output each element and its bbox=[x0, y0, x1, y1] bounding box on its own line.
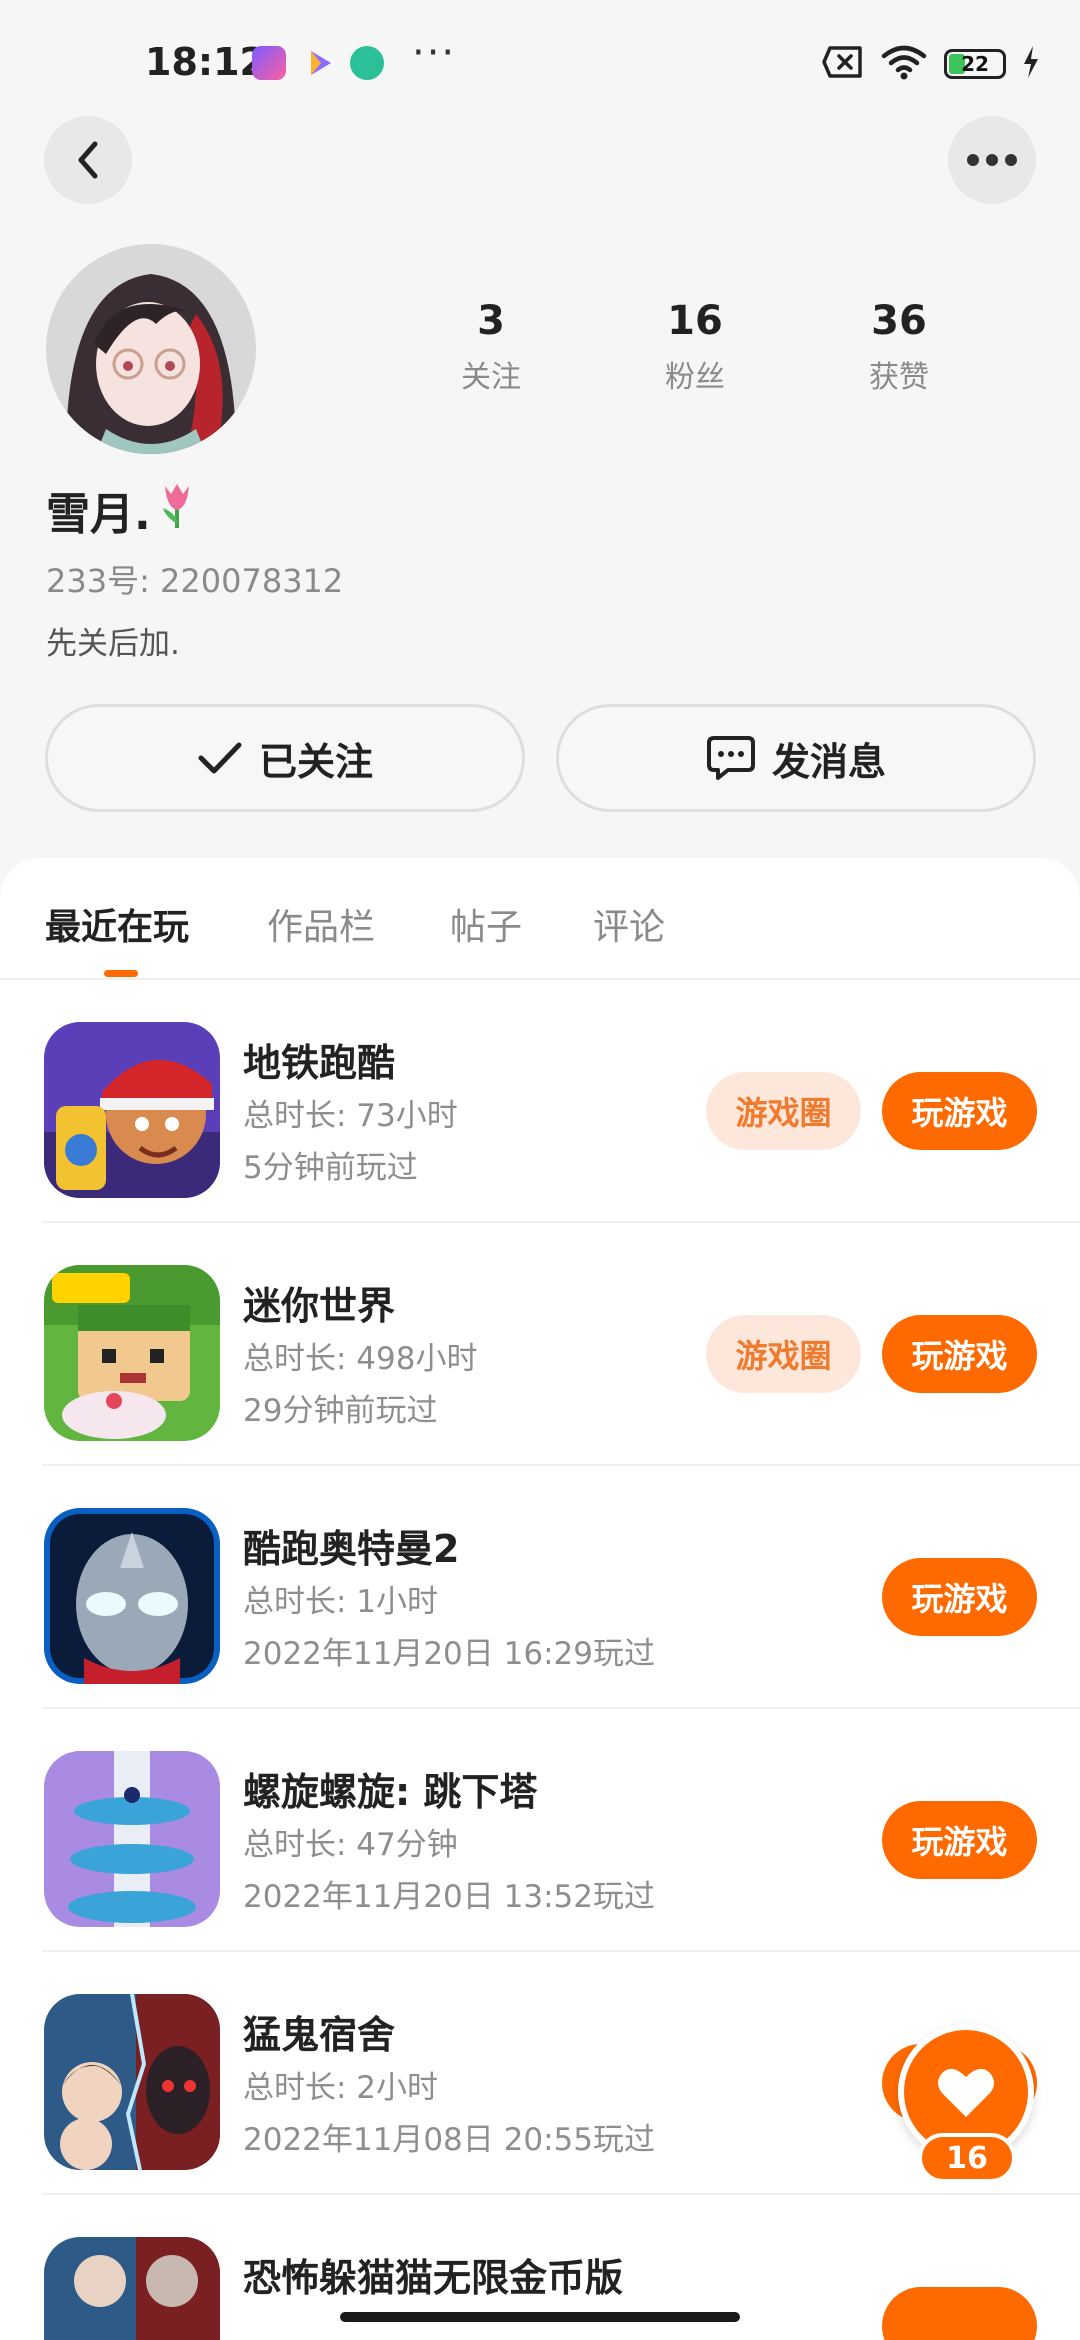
tab-recently-played[interactable]: 最近在玩 bbox=[45, 898, 189, 950]
user-bio: 先关后加. bbox=[46, 626, 180, 662]
game-duration: 总时长: 47分钟 bbox=[243, 1827, 458, 1863]
send-message-button[interactable]: 发消息 bbox=[556, 704, 1036, 812]
game-icon[interactable] bbox=[44, 1265, 220, 1441]
following-count: 3 bbox=[477, 298, 505, 344]
following-label: 关注 bbox=[461, 360, 521, 395]
tab-comments[interactable]: 评论 bbox=[593, 898, 665, 950]
home-indicator[interactable] bbox=[340, 2312, 740, 2322]
game-name: 地铁跑酷 bbox=[243, 1041, 396, 1085]
avatar[interactable] bbox=[46, 244, 256, 454]
like-count-badge: 16 bbox=[918, 2133, 1016, 2183]
game-row-subway-surfers[interactable]: 地铁跑酷 总时长: 73小时 5分钟前玩过 游戏圈 玩游戏 bbox=[0, 980, 1080, 1223]
game-duration: 总时长: 2小时 bbox=[243, 2070, 439, 2106]
chat-bubble-icon bbox=[706, 736, 755, 780]
more-notifications-icon: ··· bbox=[412, 30, 457, 76]
play-game-button[interactable]: 玩游戏 bbox=[882, 1558, 1037, 1636]
game-duration: 总时长: 498小时 bbox=[243, 1341, 478, 1377]
fans-count: 16 bbox=[667, 298, 723, 344]
more-dots-icon bbox=[967, 154, 1017, 166]
game-last-played: 2022年11月08日 20:55玩过 bbox=[243, 2122, 655, 2158]
game-name: 酷跑奥特曼2 bbox=[243, 1527, 460, 1571]
game-icon[interactable] bbox=[44, 1994, 220, 2170]
fans-label: 粉丝 bbox=[665, 360, 725, 395]
status-bar: 18:12 ··· 22 bbox=[0, 30, 1080, 92]
likes-stat[interactable]: 36 获赞 bbox=[819, 298, 979, 396]
checkmark-icon bbox=[198, 742, 242, 774]
fans-stat[interactable]: 16 粉丝 bbox=[615, 298, 775, 396]
user-id: 233号: 220078312 bbox=[46, 562, 344, 600]
game-circle-button[interactable]: 游戏圈 bbox=[706, 1315, 861, 1393]
play-game-button[interactable]: 玩游戏 bbox=[882, 1801, 1037, 1879]
app-notification-icon bbox=[252, 46, 286, 80]
followed-label: 已关注 bbox=[258, 739, 373, 784]
game-name: 猛鬼宿舍 bbox=[243, 2013, 396, 2057]
following-stat[interactable]: 3 关注 bbox=[411, 298, 571, 396]
game-row-mini-world[interactable]: 迷你世界 总时长: 498小时 29分钟前玩过 游戏圈 玩游戏 bbox=[0, 1223, 1080, 1466]
game-circle-button[interactable]: 游戏圈 bbox=[706, 1072, 861, 1150]
heart-icon bbox=[938, 2068, 994, 2117]
game-last-played: 29分钟前玩过 bbox=[243, 1393, 438, 1429]
tab-works[interactable]: 作品栏 bbox=[267, 898, 375, 950]
game-last-played: 5分钟前玩过 bbox=[243, 1150, 418, 1186]
game-icon[interactable] bbox=[44, 2237, 220, 2340]
no-sim-icon bbox=[822, 45, 864, 83]
username: 雪月. bbox=[46, 478, 197, 542]
battery-icon: 22 bbox=[944, 49, 1006, 79]
username-text: 雪月. bbox=[46, 489, 151, 540]
followed-button[interactable]: 已关注 bbox=[45, 704, 525, 812]
send-message-label: 发消息 bbox=[771, 739, 886, 784]
more-options-button[interactable] bbox=[948, 116, 1036, 204]
game-name: 迷你世界 bbox=[243, 1284, 396, 1328]
tulip-icon bbox=[157, 480, 197, 541]
game-name: 螺旋螺旋: 跳下塔 bbox=[243, 1770, 538, 1814]
play-game-button[interactable]: 玩游戏 bbox=[882, 1072, 1037, 1150]
active-tab-indicator bbox=[104, 970, 138, 977]
back-arrow-icon bbox=[78, 141, 98, 179]
video-app-icon bbox=[302, 46, 336, 80]
game-icon[interactable] bbox=[44, 1508, 220, 1684]
game-row-ultraman-run[interactable]: 酷跑奥特曼2 总时长: 1小时 2022年11月20日 16:29玩过 玩游戏 bbox=[0, 1466, 1080, 1709]
game-duration: 总时长: 73小时 bbox=[243, 1098, 458, 1134]
play-game-button[interactable] bbox=[882, 2287, 1037, 2340]
game-row-helix-jump[interactable]: 螺旋螺旋: 跳下塔 总时长: 47分钟 2022年11月20日 13:52玩过 … bbox=[0, 1709, 1080, 1952]
profile-tabs: 最近在玩 作品栏 帖子 评论 bbox=[0, 898, 1080, 978]
back-button[interactable] bbox=[44, 116, 132, 204]
likes-count: 36 bbox=[871, 298, 927, 344]
play-game-button[interactable]: 玩游戏 bbox=[882, 1315, 1037, 1393]
game-icon[interactable] bbox=[44, 1751, 220, 1927]
game-last-played: 2022年11月20日 16:29玩过 bbox=[243, 1636, 655, 1672]
charging-icon bbox=[1022, 45, 1040, 83]
system-indicators: 22 bbox=[822, 42, 1040, 86]
likes-label: 获赞 bbox=[869, 360, 929, 395]
game-last-played: 2022年11月20日 13:52玩过 bbox=[243, 1879, 655, 1915]
game-duration: 总时长: 1小时 bbox=[243, 1584, 439, 1620]
wifi-icon bbox=[880, 44, 928, 84]
browser-app-icon bbox=[350, 46, 384, 80]
profile-page: 18:12 ··· 22 3 关注 16 粉丝 36 获赞 雪月. 233号: … bbox=[0, 0, 1080, 2340]
battery-level: 22 bbox=[961, 52, 989, 76]
status-time: 18:12 bbox=[145, 40, 266, 84]
game-name: 恐怖躲猫猫无限金币版 bbox=[243, 2256, 624, 2300]
game-icon[interactable] bbox=[44, 1022, 220, 1198]
tab-posts[interactable]: 帖子 bbox=[450, 898, 522, 950]
